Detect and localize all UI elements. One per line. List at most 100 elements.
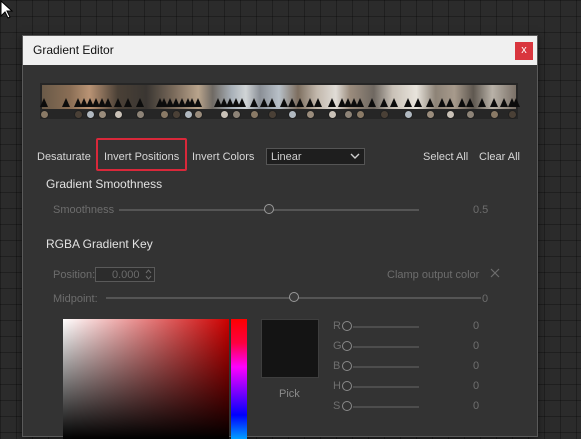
gradient-stop-color-dot[interactable] (250, 110, 259, 119)
gradient-stop-marker[interactable] (296, 98, 304, 107)
pick-button[interactable]: Pick (279, 388, 300, 400)
gradient-stop-color-dot[interactable] (356, 110, 365, 119)
smoothness-slider-handle[interactable] (264, 204, 274, 214)
gradient-stop-marker[interactable] (390, 98, 398, 107)
channel-slider-handle[interactable] (342, 341, 352, 351)
gradient-stop-color-dot[interactable] (344, 110, 353, 119)
gradient-stop-marker[interactable] (414, 98, 422, 107)
gradient-stop-color-dot[interactable] (40, 110, 49, 119)
channel-label: B (333, 360, 341, 372)
gradient-stop-marker[interactable] (250, 98, 258, 107)
clamp-toggle-icon[interactable] (490, 268, 500, 278)
channel-value: 0 (473, 340, 480, 352)
channel-slider-track[interactable] (353, 386, 419, 388)
gradient-stop-marker[interactable] (194, 98, 202, 107)
gradient-stop-color-dot[interactable] (194, 110, 203, 119)
gradient-stop-color-dot[interactable] (136, 110, 145, 119)
interpolation-value: Linear (271, 151, 302, 163)
channel-value: 0 (473, 400, 480, 412)
gradient-stop-marker[interactable] (446, 98, 454, 107)
gradient-stop-marker[interactable] (104, 98, 112, 107)
title-bar[interactable]: Gradient Editor x (23, 36, 537, 65)
gradient-stop-color-dot[interactable] (86, 110, 95, 119)
gradient-stop-marker[interactable] (404, 98, 412, 107)
gradient-stop-marker[interactable] (500, 98, 508, 107)
gradient-stop-marker[interactable] (380, 98, 388, 107)
gradient-stop-marker[interactable] (490, 98, 498, 107)
gradient-stop-color-dot[interactable] (220, 110, 229, 119)
channel-slider-track[interactable] (353, 366, 419, 368)
channel-slider-track[interactable] (353, 326, 419, 328)
gradient-stop-marker[interactable] (512, 98, 520, 107)
smoothness-label: Smoothness (53, 204, 115, 216)
spinner-arrows-icon[interactable] (145, 268, 152, 281)
gradient-preview[interactable] (40, 83, 520, 119)
gradient-stop-color-dot[interactable] (380, 110, 389, 119)
channel-row-r: R0 (333, 320, 493, 334)
select-all-button[interactable]: Select All (423, 151, 468, 163)
gradient-stop-marker[interactable] (114, 98, 122, 107)
gradient-stop-color-dot[interactable] (288, 110, 297, 119)
gradient-stop-color-dot[interactable] (184, 110, 193, 119)
gradient-stop-marker[interactable] (314, 98, 322, 107)
gradient-stop-marker[interactable] (288, 98, 296, 107)
channel-slider-handle[interactable] (342, 361, 352, 371)
hue-slider[interactable] (231, 319, 247, 439)
gradient-stop-marker[interactable] (136, 98, 144, 107)
channel-slider-handle[interactable] (342, 401, 352, 411)
gradient-stop-color-dot[interactable] (404, 110, 413, 119)
close-button[interactable]: x (515, 42, 533, 60)
gradient-stop-marker[interactable] (238, 98, 246, 107)
interpolation-select[interactable]: Linear (266, 148, 365, 165)
gradient-stop-color-dot[interactable] (466, 110, 475, 119)
clear-all-button[interactable]: Clear All (479, 151, 520, 163)
gradient-stop-marker[interactable] (356, 98, 364, 107)
gradient-stop-color-dot[interactable] (508, 110, 517, 119)
gradient-stop-color-dot[interactable] (426, 110, 435, 119)
midpoint-value: 0 (482, 293, 489, 305)
invert-colors-button[interactable]: Invert Colors (192, 151, 254, 163)
gradient-stop-marker[interactable] (426, 98, 434, 107)
gradient-stop-color-dot[interactable] (172, 110, 181, 119)
gradient-stop-marker[interactable] (268, 98, 276, 107)
clamp-output-label: Clamp output color (387, 269, 480, 281)
gradient-stop-marker[interactable] (478, 98, 486, 107)
gradient-stop-marker[interactable] (368, 98, 376, 107)
window-title: Gradient Editor (33, 43, 114, 57)
gradient-stop-color-dot[interactable] (446, 110, 455, 119)
channel-slider-track[interactable] (353, 346, 419, 348)
gradient-stop-marker[interactable] (40, 98, 48, 107)
midpoint-label: Midpoint: (53, 293, 98, 305)
channel-value: 0 (473, 360, 480, 372)
position-input[interactable]: 0.000 (95, 267, 155, 282)
gradient-stop-color-dot[interactable] (268, 110, 277, 119)
gradient-stop-color-dot[interactable] (160, 110, 169, 119)
gradient-stop-marker[interactable] (466, 98, 474, 107)
desaturate-button[interactable]: Desaturate (37, 151, 91, 163)
mouse-cursor-icon (0, 0, 14, 19)
gradient-stop-marker[interactable] (124, 98, 132, 107)
gradient-stop-color-dot[interactable] (490, 110, 499, 119)
channel-slider-handle[interactable] (342, 321, 352, 331)
channel-slider-track[interactable] (353, 406, 419, 408)
gradient-stop-marker[interactable] (306, 98, 314, 107)
channel-row-s: S0 (333, 400, 493, 414)
gradient-stop-marker[interactable] (260, 98, 268, 107)
color-picker-area[interactable] (63, 319, 229, 439)
midpoint-slider-handle[interactable] (288, 292, 299, 302)
gradient-stop-color-dot[interactable] (306, 110, 315, 119)
channel-row-g: G0 (333, 340, 493, 354)
gradient-stop-color-dot[interactable] (98, 110, 107, 119)
gradient-stop-marker[interactable] (62, 98, 70, 107)
gradient-stop-color-dot[interactable] (74, 110, 83, 119)
gradient-stop-color-dot[interactable] (232, 110, 241, 119)
gradient-stop-marker[interactable] (438, 98, 446, 107)
channel-slider-handle[interactable] (342, 381, 352, 391)
gradient-stop-marker[interactable] (328, 98, 336, 107)
invert-positions-button[interactable]: Invert Positions (104, 151, 179, 163)
gradient-stop-marker[interactable] (458, 98, 466, 107)
gradient-stop-color-dot[interactable] (114, 110, 123, 119)
chevron-down-icon (350, 153, 360, 159)
gradient-stop-color-dot[interactable] (328, 110, 337, 119)
gradient-stop-marker[interactable] (280, 98, 288, 107)
